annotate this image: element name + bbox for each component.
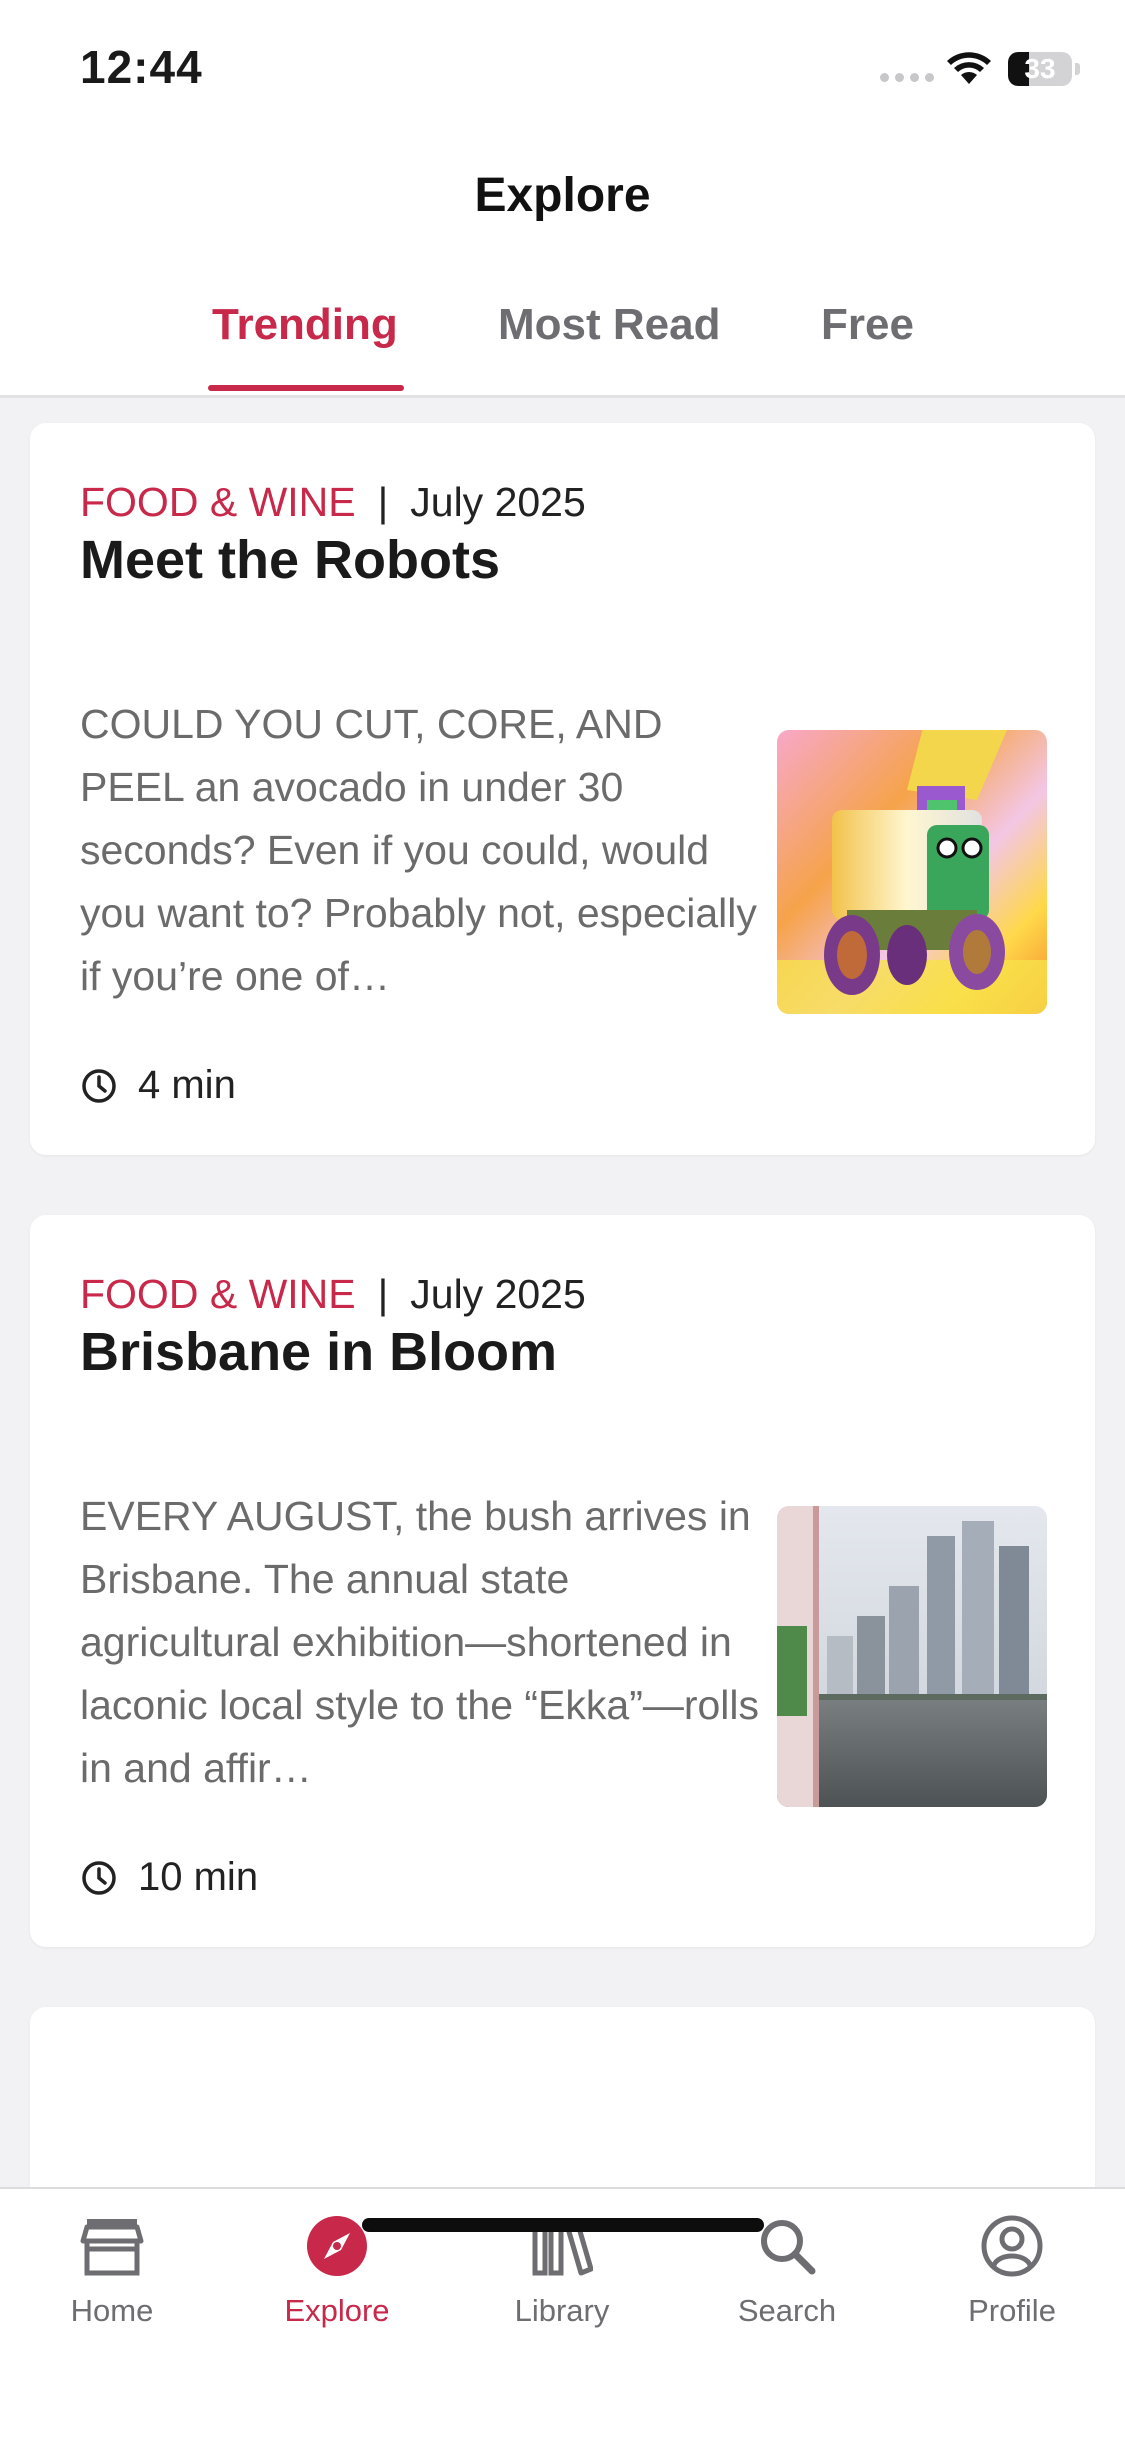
search-icon: [761, 2220, 816, 2275]
page-title: Explore: [474, 169, 651, 222]
nav-label-home: Home: [70, 2293, 154, 2328]
clock-icon: [82, 1860, 116, 1895]
battery-percentage: 33: [1024, 53, 1056, 84]
nav-label-search: Search: [737, 2293, 837, 2328]
article-title[interactable]: Meet the Robots: [80, 529, 500, 591]
active-tab-indicator: [208, 385, 404, 391]
tab-free[interactable]: Free: [821, 300, 914, 350]
compass-icon: [307, 2216, 367, 2276]
read-time-label: 4 min: [138, 1063, 236, 1107]
battery-cap: [1075, 63, 1080, 75]
article-card[interactable]: FOOD & WINE | July 2025 Meet the Robots CO…: [30, 423, 1095, 1155]
status-time: 12:44: [80, 41, 203, 93]
article-category[interactable]: FOOD & WINE: [80, 1271, 356, 1317]
cellular-signal-icon: [880, 73, 934, 82]
store-icon: [80, 2219, 144, 2276]
article-category[interactable]: FOOD & WINE: [80, 479, 356, 525]
article-meta: FOOD & WINE | July 2025: [80, 479, 586, 526]
article-title[interactable]: Brisbane in Bloom: [80, 1321, 557, 1383]
article-thumbnail[interactable]: [777, 1506, 1047, 1807]
article-meta: FOOD & WINE | July 2025: [80, 1271, 586, 1318]
tab-trending[interactable]: Trending: [212, 300, 398, 350]
article-thumbnail[interactable]: [777, 730, 1047, 1014]
nav-label-explore: Explore: [284, 2293, 390, 2328]
nav-profile[interactable]: Profile: [922, 2215, 1102, 2329]
tab-most-read[interactable]: Most Read: [498, 300, 720, 350]
read-time-label: 10 min: [138, 1855, 259, 1899]
read-time: 4 min: [80, 1063, 236, 1108]
article-excerpt: EVERY AUGUST, the bush arrives in Brisba…: [80, 1493, 760, 1791]
clock-icon: [82, 1068, 116, 1103]
battery-icon: 33: [1008, 52, 1072, 86]
home-indicator: [362, 2218, 764, 2232]
article-card[interactable]: FOOD & WINE | July 2025 Brisbane in Bloom …: [30, 1215, 1095, 1947]
profile-icon: [981, 2215, 1043, 2277]
top-bar: 12:44 33 Explore Trending Most Read Free: [0, 0, 1125, 398]
nav-library[interactable]: Library: [472, 2215, 652, 2329]
meta-separator: |: [377, 479, 389, 525]
nav-explore[interactable]: Explore: [247, 2215, 427, 2329]
meta-separator: |: [377, 1271, 389, 1317]
nav-search[interactable]: Search: [697, 2215, 877, 2329]
nav-label-profile: Profile: [968, 2293, 1056, 2328]
read-time: 10 min: [80, 1855, 258, 1900]
nav-home[interactable]: Home: [22, 2215, 202, 2329]
wifi-icon: [947, 52, 991, 84]
article-date: July 2025: [410, 1271, 586, 1317]
article-date: July 2025: [410, 479, 586, 525]
article-excerpt: COULD YOU CUT, CORE, AND PEEL an avocado…: [80, 701, 757, 999]
nav-label-library: Library: [514, 2293, 610, 2328]
